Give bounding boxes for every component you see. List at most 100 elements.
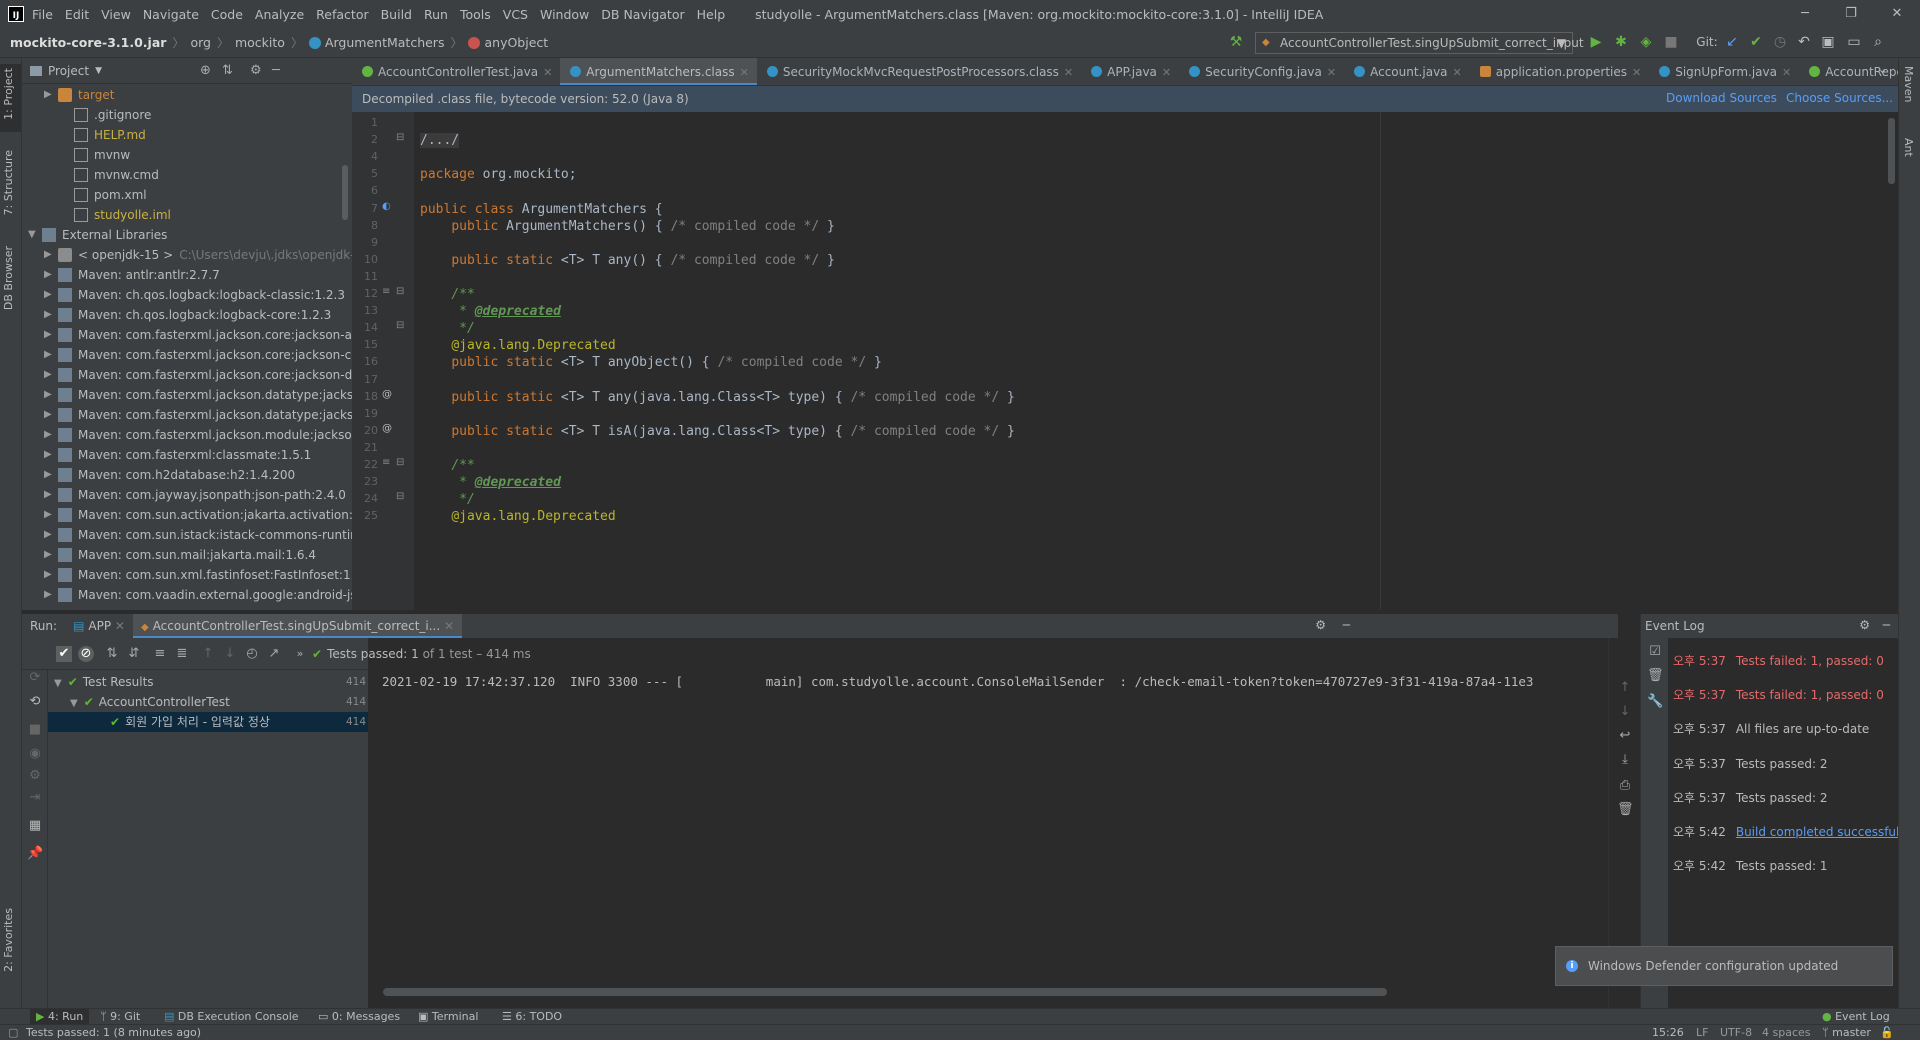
more-icon[interactable]: » xyxy=(292,646,308,662)
menu-edit[interactable]: Edit xyxy=(65,7,89,22)
indent-setting[interactable]: 4 spaces xyxy=(1762,1025,1811,1040)
run-icon[interactable]: ▶ xyxy=(1588,34,1604,50)
chevron-right-icon[interactable]: ▶ xyxy=(44,585,54,605)
chevron-right-icon[interactable]: ▶ xyxy=(44,505,54,525)
project-tree-item[interactable]: ▶ Maven: com.jayway.jsonpath:json-path:2.… xyxy=(22,485,352,505)
editor-tab[interactable]: AccountControllerTest.java ✕ xyxy=(352,58,560,85)
print-icon[interactable]: ⎙ xyxy=(1617,778,1633,794)
exit-icon[interactable]: ⇥ xyxy=(27,790,43,806)
editor-scrollbar[interactable] xyxy=(1888,118,1895,184)
favorites-tool-tab[interactable]: 2: Favorites xyxy=(2,908,15,972)
locate-icon[interactable]: ⊕ xyxy=(200,63,211,78)
coverage-icon[interactable]: ◈ xyxy=(1638,34,1654,50)
chevron-right-icon[interactable]: ▶ xyxy=(44,365,54,385)
project-structure-icon[interactable]: ▣ xyxy=(1820,34,1836,50)
breadcrumb-org[interactable]: org xyxy=(190,35,211,50)
run-tab-app[interactable]: ▤ APP ✕ xyxy=(65,614,133,638)
event-log-tool-button[interactable]: ● Event Log xyxy=(1822,1009,1890,1025)
chevron-right-icon[interactable]: ▶ xyxy=(44,445,54,465)
editor-tab[interactable]: SecurityConfig.java ✕ xyxy=(1179,58,1344,85)
menu-vcs[interactable]: VCS xyxy=(503,7,528,22)
chevron-down-icon[interactable]: ▼ xyxy=(95,66,102,76)
test-results-root[interactable]: ▼ ✔ Test Results 414 ms xyxy=(48,672,385,692)
menu-view[interactable]: View xyxy=(101,7,131,22)
chevron-right-icon[interactable]: ▶ xyxy=(44,485,54,505)
stop-icon[interactable]: ■ xyxy=(1663,34,1679,50)
breadcrumb-mockito[interactable]: mockito xyxy=(235,35,285,50)
annotation-marker-icon[interactable]: @ xyxy=(382,423,392,434)
code-editor[interactable]: /.../ package org.mockito; public class Ar… xyxy=(414,112,1898,610)
menu-file[interactable]: File xyxy=(32,7,53,22)
close-tab-icon[interactable]: ✕ xyxy=(543,66,552,79)
maximize-button[interactable]: ❐ xyxy=(1828,0,1874,28)
caret-position[interactable]: 15:26 xyxy=(1652,1025,1684,1040)
chevron-right-icon[interactable]: ▶ xyxy=(44,85,54,105)
menu-window[interactable]: Window xyxy=(540,7,589,22)
project-tree-item[interactable]: ▶ Maven: ch.qos.logback:logback-core:1.2.… xyxy=(22,305,352,325)
gear-icon[interactable]: ⚙ xyxy=(1859,618,1870,632)
tabs-overflow-icon[interactable]: ⌄ xyxy=(1878,63,1887,76)
gear-icon[interactable]: ⚙ xyxy=(250,63,262,78)
settings-icon[interactable]: ⚙ xyxy=(27,768,43,784)
project-tree-item[interactable]: mvnw.cmd xyxy=(22,165,352,185)
layout-icon[interactable]: ▭ xyxy=(1846,34,1862,50)
project-tree-item[interactable]: ▶ Maven: com.sun.istack:istack-commons-ru… xyxy=(22,525,352,545)
messages-tool-button[interactable]: ▭ 0: Messages xyxy=(318,1009,400,1025)
breadcrumb-method[interactable]: anyObject xyxy=(484,35,548,50)
project-tree-item[interactable]: ▶ < openjdk-15 > C:\Users\devju\.jdks\open… xyxy=(22,245,352,265)
lock-icon[interactable]: 🔓 xyxy=(1880,1025,1894,1040)
project-tree-item[interactable]: ▶ Maven: com.sun.xml.fastinfoset:FastInfo… xyxy=(22,565,352,585)
menu-db-navigator[interactable]: DB Navigator xyxy=(601,7,684,22)
camera-icon[interactable]: ◉ xyxy=(27,746,43,762)
project-scrollbar[interactable] xyxy=(342,165,348,220)
editor-tab[interactable]: SecurityMockMvcRequestPostProcessors.cla… xyxy=(757,58,1081,85)
minimize-button[interactable]: ─ xyxy=(1782,0,1828,28)
rerun-failed-icon[interactable]: ⟳ xyxy=(27,670,43,686)
history-icon[interactable]: ◴ xyxy=(244,646,260,662)
notification-balloon[interactable]: i Windows Defender configuration updated xyxy=(1555,946,1893,986)
project-tree-item[interactable]: ▶ Maven: com.fasterxml:classmate:1.5.1 xyxy=(22,445,352,465)
close-tab-icon[interactable]: ✕ xyxy=(1064,66,1073,79)
chevron-right-icon[interactable]: ▶ xyxy=(44,305,54,325)
console-output[interactable]: 2021-02-19 17:42:37.120 INFO 3300 --- [ … xyxy=(369,670,1609,988)
console-h-scrollbar[interactable] xyxy=(383,988,1387,996)
status-message[interactable]: Tests passed: 1 (8 minutes ago) xyxy=(26,1025,201,1040)
annotation-marker-icon[interactable]: @ xyxy=(382,389,392,400)
gutter-marker-icon[interactable]: ◐ xyxy=(382,201,391,212)
breadcrumb-class[interactable]: ArgumentMatchers xyxy=(325,35,445,50)
pin-icon[interactable]: 📌 xyxy=(27,846,43,862)
project-tool-tab[interactable]: 1: Project xyxy=(2,68,15,120)
git-history-icon[interactable]: ◷ xyxy=(1772,34,1788,50)
test-method-node[interactable]: ✔ 회원 가입 처리 - 입력값 정상 414 ms xyxy=(48,712,385,732)
chevron-right-icon[interactable]: ▶ xyxy=(44,345,54,365)
chevron-right-icon[interactable]: ▶ xyxy=(44,545,54,565)
project-tree-item[interactable]: pom.xml xyxy=(22,185,352,205)
project-view-select[interactable]: Project xyxy=(48,64,89,78)
chevron-down-icon[interactable]: ▼ xyxy=(28,225,38,245)
down-icon[interactable]: ↓ xyxy=(1617,704,1633,720)
menu-code[interactable]: Code xyxy=(211,7,243,22)
wrench-icon[interactable]: 🔧 xyxy=(1647,694,1663,710)
menu-analyze[interactable]: Analyze xyxy=(255,7,304,22)
sort-duration-icon[interactable]: ⇵ xyxy=(126,646,142,662)
fold-icon[interactable]: ⊟ xyxy=(396,491,404,502)
project-tree-item[interactable]: mvnw xyxy=(22,145,352,165)
run-config-select[interactable]: ◆ AccountControllerTest.singUpSubmit_cor… xyxy=(1255,32,1584,54)
hide-icon[interactable]: ─ xyxy=(1883,618,1890,632)
stop-icon[interactable]: ■ xyxy=(27,722,43,738)
chevron-right-icon[interactable]: ▶ xyxy=(44,265,54,285)
project-tree-item[interactable]: ▶ Maven: com.fasterxml.jackson.core:jacks… xyxy=(22,325,352,345)
editor-tab[interactable]: Account.java ✕ xyxy=(1344,58,1470,85)
search-icon[interactable]: ⌕ xyxy=(1870,34,1886,50)
soft-wrap-icon[interactable]: ↩ xyxy=(1617,728,1633,744)
project-tree-item[interactable]: ▶ target xyxy=(22,85,352,105)
run-tab-test[interactable]: ◆ AccountControllerTest.singUpSubmit_corr… xyxy=(132,614,463,638)
menu-build[interactable]: Build xyxy=(381,7,412,22)
fold-icon[interactable]: ⊟ xyxy=(396,320,404,331)
close-tab-icon[interactable]: ✕ xyxy=(1632,66,1641,79)
hide-icon[interactable]: ─ xyxy=(1343,618,1350,632)
project-tree-item[interactable]: ▶ Maven: com.fasterxml.jackson.core:jacks… xyxy=(22,365,352,385)
gutter-marker-icon[interactable]: ≡ xyxy=(382,286,390,297)
trash-icon[interactable]: 🗑 xyxy=(1647,668,1664,684)
layout-icon[interactable]: ▦ xyxy=(27,818,43,834)
